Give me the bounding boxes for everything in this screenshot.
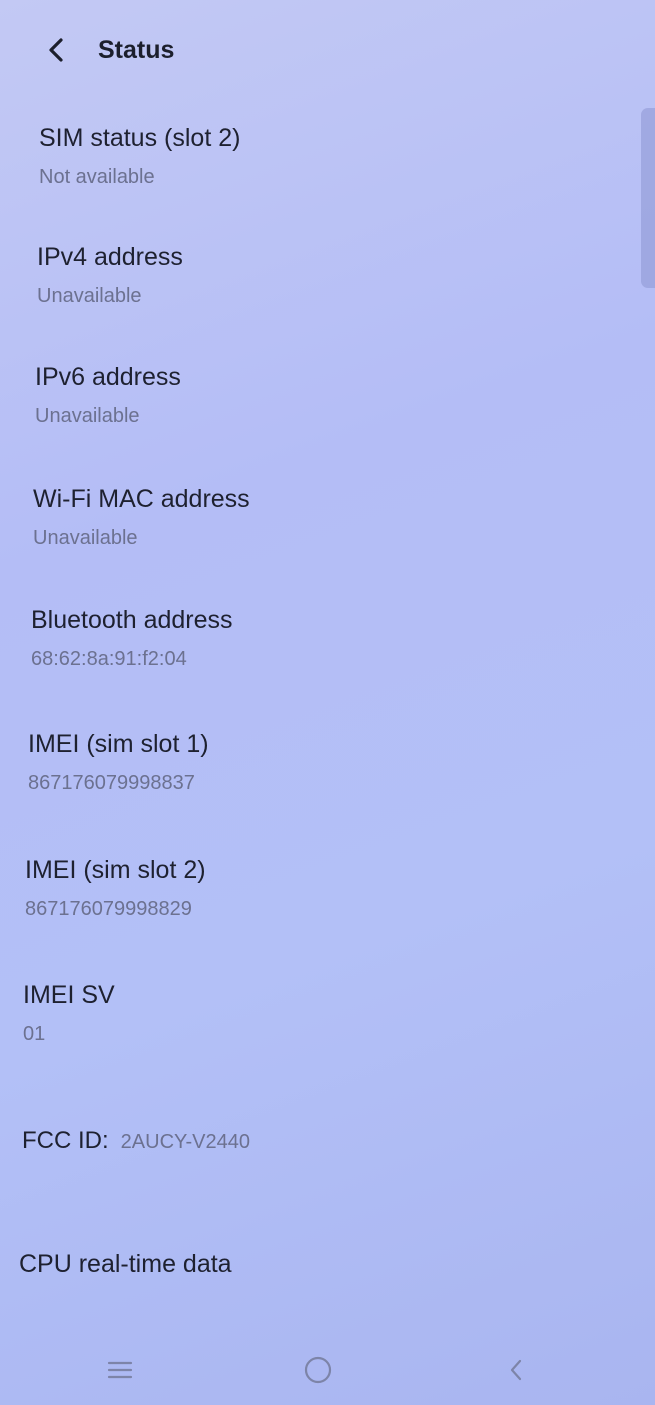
- item-label: SIM status (slot 2): [39, 124, 241, 152]
- item-value: 867176079998837: [28, 772, 195, 794]
- chevron-left-icon: [49, 38, 63, 62]
- recents-button[interactable]: [90, 1345, 150, 1395]
- fcc-id-value: 2AUCY-V2440: [120, 1131, 251, 1153]
- fcc-id-row: FCC ID: 2AUCY-V2440: [22, 1127, 250, 1155]
- home-button[interactable]: [288, 1345, 348, 1395]
- back-button[interactable]: [34, 28, 78, 72]
- item-label: IMEI (sim slot 2): [25, 856, 206, 884]
- item-value: Unavailable: [33, 527, 138, 549]
- list-item-wifi-mac-address[interactable]: Wi-Fi MAC address Unavailable: [33, 484, 250, 550]
- back-chevron-icon: [510, 1359, 522, 1381]
- item-label: IPv6 address: [35, 363, 181, 391]
- list-item-sim-status[interactable]: SIM status (slot 2) Not available: [39, 123, 240, 189]
- page-title: Status: [98, 36, 175, 64]
- list-item-imei-sv[interactable]: IMEI SV 01: [23, 980, 115, 1046]
- item-label: IMEI SV: [23, 981, 115, 1009]
- list-item-imei-slot-2[interactable]: IMEI (sim slot 2) 867176079998829: [25, 855, 206, 921]
- item-label: IPv4 address: [37, 243, 183, 271]
- list-item-imei-slot-1[interactable]: IMEI (sim slot 1) 867176079998837: [28, 729, 209, 795]
- item-label: Wi-Fi MAC address: [33, 485, 250, 513]
- app-bar: Status: [0, 0, 655, 100]
- item-label: Bluetooth address: [31, 606, 233, 634]
- menu-icon: [107, 1361, 133, 1379]
- item-value: 68:62:8a:91:f2:04: [31, 648, 187, 670]
- list-item-bluetooth-address[interactable]: Bluetooth address 68:62:8a:91:f2:04: [31, 605, 233, 671]
- item-value: Unavailable: [35, 405, 140, 427]
- fcc-id-label: FCC ID:: [22, 1127, 109, 1154]
- item-value: Not available: [39, 166, 155, 188]
- navigation-bar: [0, 1335, 655, 1405]
- item-label: IMEI (sim slot 1): [28, 730, 209, 758]
- list-item-ipv6-address[interactable]: IPv6 address Unavailable: [35, 362, 181, 428]
- item-value: 867176079998829: [25, 898, 192, 920]
- item-value: Unavailable: [37, 285, 142, 307]
- nav-back-button[interactable]: [486, 1345, 546, 1395]
- item-value: 01: [23, 1023, 46, 1045]
- cpu-real-time-data-item[interactable]: CPU real-time data: [19, 1250, 232, 1279]
- scrollbar[interactable]: [641, 108, 655, 288]
- home-circle-icon: [304, 1356, 332, 1384]
- list-item-ipv4-address[interactable]: IPv4 address Unavailable: [37, 242, 183, 308]
